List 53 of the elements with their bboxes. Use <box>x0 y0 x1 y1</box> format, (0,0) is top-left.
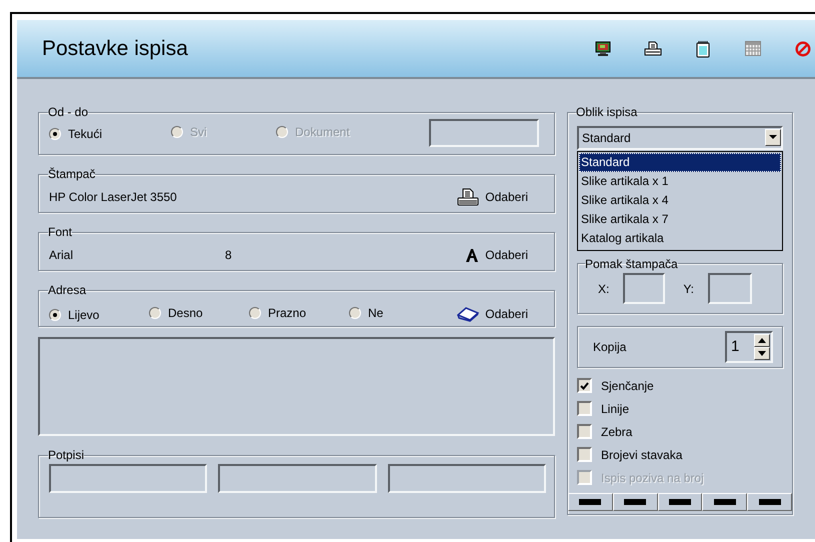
line-button[interactable] <box>702 493 748 511</box>
dropdown-option[interactable]: Slike artikala x 4 <box>579 190 781 210</box>
text-area[interactable] <box>38 337 555 436</box>
group-label: Pomak štampača <box>585 256 678 271</box>
book-icon <box>457 306 480 322</box>
printer-icon <box>457 188 480 206</box>
checkmark-icon <box>580 382 589 390</box>
y-field[interactable] <box>708 273 752 304</box>
line-button[interactable] <box>747 493 792 511</box>
signature-field[interactable] <box>388 464 546 493</box>
radio-button[interactable]: Desno <box>149 306 203 320</box>
radio-button[interactable]: Tekući <box>49 127 102 141</box>
checkbox-label: Zebra <box>601 424 632 438</box>
checkbox-label: Sjenčanje <box>601 378 654 392</box>
dropdown-option[interactable]: Slike artikala x 1 <box>579 172 781 191</box>
line-button[interactable] <box>612 493 658 511</box>
checkbox[interactable] <box>577 424 592 439</box>
group-label: Od - do <box>48 105 88 119</box>
text-field[interactable] <box>429 119 539 147</box>
checkbox-label: Brojevi stavaka <box>601 448 682 462</box>
x-label: X: <box>598 282 610 296</box>
dropdown-option[interactable]: Slike artikala x 7 <box>579 210 781 229</box>
signature-field[interactable] <box>49 464 208 493</box>
checkbox[interactable] <box>577 447 592 462</box>
printer-name: HP Color LaserJet 3550 <box>49 190 177 204</box>
group-label: Adresa <box>48 283 86 297</box>
font-size: 8 <box>225 248 233 262</box>
dropdown-option[interactable]: Standard <box>579 152 781 172</box>
window-title: Postavke ispisa <box>42 36 189 60</box>
y-label: Y: <box>683 282 694 296</box>
select-button[interactable]: Odaberi <box>465 248 528 262</box>
font-name: Arial <box>49 248 74 262</box>
checkbox[interactable] <box>577 401 592 416</box>
radio-button[interactable]: Lijevo <box>49 308 100 322</box>
layout-dropdown[interactable]: Standard <box>577 126 783 150</box>
select-button[interactable]: Odaberi <box>457 188 528 206</box>
select-button[interactable]: Odaberi <box>457 306 528 322</box>
checkbox-label: Linije <box>601 402 630 416</box>
signature-field[interactable] <box>218 464 377 493</box>
group-label: Font <box>48 225 72 239</box>
group-label: Štampač <box>48 167 96 181</box>
copies-label: Kopija <box>593 340 626 354</box>
group-label: Oblik ispisa <box>576 105 638 119</box>
x-field[interactable] <box>623 273 666 304</box>
line-button[interactable] <box>658 493 702 511</box>
radio-button[interactable]: Ne <box>349 306 384 320</box>
dropdown-option[interactable]: Katalog artikala <box>579 228 781 248</box>
radio-button[interactable]: Prazno <box>249 306 306 320</box>
checkbox[interactable] <box>577 378 592 393</box>
font-icon <box>465 248 480 262</box>
copies-spinner[interactable]: 1 <box>725 330 773 363</box>
group-label: Potpisi <box>48 448 84 462</box>
line-button[interactable] <box>568 493 613 511</box>
